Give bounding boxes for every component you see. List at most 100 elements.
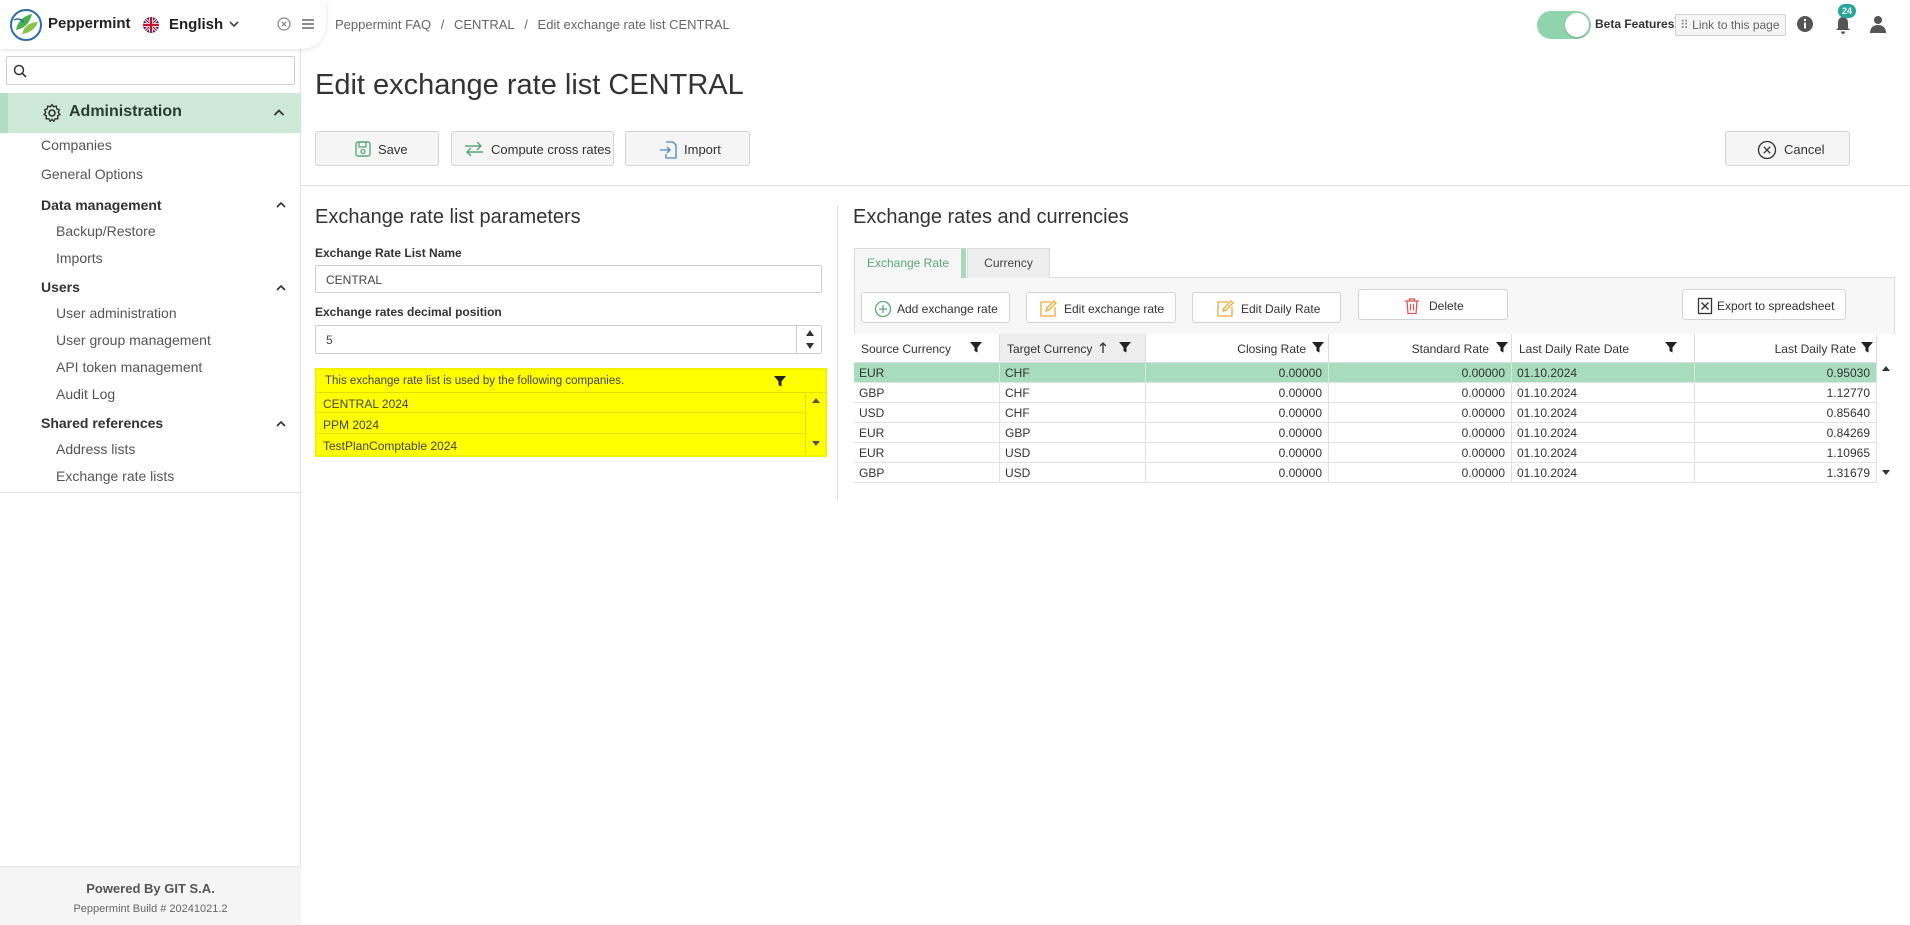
edit-daily-rate-button[interactable]: Edit Daily Rate [1192, 292, 1341, 323]
table-cell: 0.00000 [1146, 443, 1329, 463]
sidebar-group-shared-references[interactable]: Shared references [41, 415, 163, 431]
filter-icon[interactable] [1664, 340, 1678, 354]
edit-exchange-rate-button[interactable]: Edit exchange rate [1026, 292, 1176, 323]
filter-icon[interactable] [1118, 340, 1132, 354]
table-row[interactable]: GBP CHF 0.00000 0.00000 01.10.2024 1.127… [854, 383, 1877, 403]
column-header-last-daily-rate-date[interactable]: Last Daily Rate Date [1512, 334, 1695, 363]
sort-ascending-icon[interactable] [1098, 342, 1108, 354]
list-item[interactable]: TestPlanComptable 2024 [317, 435, 805, 455]
breadcrumb-item-central[interactable]: CENTRAL [454, 17, 515, 32]
filter-icon[interactable] [1495, 340, 1509, 354]
scroll-down-icon[interactable] [1882, 470, 1890, 475]
list-name-input[interactable]: CENTRAL [315, 265, 822, 293]
sidebar-item-audit-log[interactable]: Audit Log [56, 386, 115, 402]
column-header-source-currency[interactable]: Source Currency [854, 334, 1000, 363]
sidebar-item-general-options[interactable]: General Options [41, 166, 143, 182]
sidebar-item-exchange-rate-lists[interactable]: Exchange rate lists [56, 468, 174, 484]
sidebar-section-administration[interactable]: Administration [0, 93, 301, 133]
scroll-up-icon[interactable] [1882, 366, 1890, 371]
table-cell: CHF [1000, 383, 1146, 403]
filter-icon[interactable] [773, 374, 787, 388]
gear-icon [43, 103, 61, 122]
tab-exchange-rate[interactable]: Exchange Rate [854, 248, 966, 278]
decimal-position-input[interactable]: 5 [315, 325, 822, 354]
filter-icon[interactable] [1311, 340, 1325, 354]
table-cell: GBP [854, 463, 1000, 483]
table-row[interactable]: GBP USD 0.00000 0.00000 01.10.2024 1.316… [854, 463, 1877, 483]
list-item[interactable]: PPM 2024 [317, 414, 805, 434]
sidebar-item-imports[interactable]: Imports [56, 250, 103, 266]
cancel-button[interactable]: Cancel [1725, 131, 1850, 166]
user-avatar-icon[interactable] [1868, 14, 1888, 34]
table-cell: 0.00000 [1329, 363, 1512, 383]
trash-icon [1405, 298, 1419, 315]
save-button-label: Save [378, 142, 408, 157]
save-icon [355, 141, 371, 157]
import-button[interactable]: Import [625, 131, 750, 166]
column-header-last-daily-rate[interactable]: Last Daily Rate [1695, 334, 1877, 363]
column-header-label: Source Currency [861, 342, 952, 356]
scroll-down-icon[interactable] [812, 441, 820, 446]
toggle-knob [1565, 13, 1589, 37]
chevron-up-icon[interactable] [275, 418, 287, 430]
sidebar-item-companies[interactable]: Companies [41, 137, 112, 153]
sidebar-item-api-token-management[interactable]: API token management [56, 359, 202, 375]
table-cell: 0.00000 [1146, 363, 1329, 383]
scrollbar[interactable] [1878, 363, 1895, 484]
export-spreadsheet-button[interactable]: Export to spreadsheet [1682, 289, 1846, 320]
table-row[interactable]: EUR CHF 0.00000 0.00000 01.10.2024 0.950… [854, 363, 1877, 383]
table-cell: GBP [1000, 423, 1146, 443]
exchange-rates-table: Source Currency Target Currency Closing … [854, 334, 1895, 484]
chevron-up-icon[interactable] [275, 199, 287, 211]
sidebar-group-users[interactable]: Users [41, 279, 80, 295]
chevron-up-icon[interactable] [275, 282, 287, 294]
uk-flag-icon[interactable] [143, 17, 159, 33]
sidebar-item-address-lists[interactable]: Address lists [56, 441, 135, 457]
table-row[interactable]: USD CHF 0.00000 0.00000 01.10.2024 0.856… [854, 403, 1877, 423]
compute-cross-rates-button[interactable]: Compute cross rates [451, 131, 614, 166]
table-cell: 01.10.2024 [1512, 403, 1695, 423]
save-button[interactable]: Save [315, 131, 439, 166]
sidebar-item-user-administration[interactable]: User administration [56, 305, 177, 321]
close-circle-icon[interactable] [277, 17, 291, 31]
column-header-standard-rate[interactable]: Standard Rate [1329, 334, 1512, 363]
beta-features-toggle[interactable] [1537, 11, 1591, 39]
sidebar-item-user-group-management[interactable]: User group management [56, 332, 211, 348]
hamburger-menu-icon[interactable] [301, 17, 315, 31]
info-icon[interactable] [1796, 15, 1814, 33]
link-to-page-button[interactable]: ⠿ Link to this page [1675, 14, 1786, 36]
caret-down-icon[interactable] [806, 343, 814, 349]
table-cell: 1.10965 [1695, 443, 1877, 463]
companies-list-header: This exchange rate list is used by the f… [317, 370, 825, 393]
table-cell: CHF [1000, 403, 1146, 423]
table-row[interactable]: EUR GBP 0.00000 0.00000 01.10.2024 0.842… [854, 423, 1877, 443]
language-selector[interactable]: English [169, 16, 223, 33]
search-icon [13, 64, 27, 78]
chevron-up-icon[interactable] [272, 106, 286, 120]
bell-icon[interactable] [1834, 15, 1852, 35]
sidebar-item-backup-restore[interactable]: Backup/Restore [56, 223, 156, 239]
edit-exchange-rate-label: Edit exchange rate [1064, 302, 1165, 316]
tab-currency[interactable]: Currency [967, 248, 1050, 278]
table-cell: 01.10.2024 [1512, 363, 1695, 383]
sidebar-group-data-management[interactable]: Data management [41, 197, 162, 213]
sidebar-search-input[interactable] [31, 59, 291, 82]
scrollbar[interactable] [805, 393, 825, 455]
table-cell: GBP [854, 383, 1000, 403]
filter-icon[interactable] [1860, 340, 1874, 354]
link-to-page-label: Link to this page [1692, 18, 1780, 32]
params-section-title: Exchange rate list parameters [315, 206, 581, 228]
table-cell: 01.10.2024 [1512, 423, 1695, 443]
chevron-down-icon[interactable] [228, 18, 240, 30]
column-header-target-currency[interactable]: Target Currency [1000, 334, 1146, 363]
caret-up-icon[interactable] [806, 330, 814, 336]
peppermint-logo-icon[interactable] [8, 8, 44, 42]
delete-button[interactable]: Delete [1358, 289, 1508, 320]
scroll-up-icon[interactable] [812, 398, 820, 403]
table-row[interactable]: EUR USD 0.00000 0.00000 01.10.2024 1.109… [854, 443, 1877, 463]
list-item[interactable]: CENTRAL 2024 [317, 393, 805, 413]
add-exchange-rate-button[interactable]: Add exchange rate [861, 292, 1010, 323]
filter-icon[interactable] [969, 340, 983, 354]
column-header-closing-rate[interactable]: Closing Rate [1146, 334, 1329, 363]
breadcrumb-item-faq[interactable]: Peppermint FAQ [335, 17, 431, 32]
